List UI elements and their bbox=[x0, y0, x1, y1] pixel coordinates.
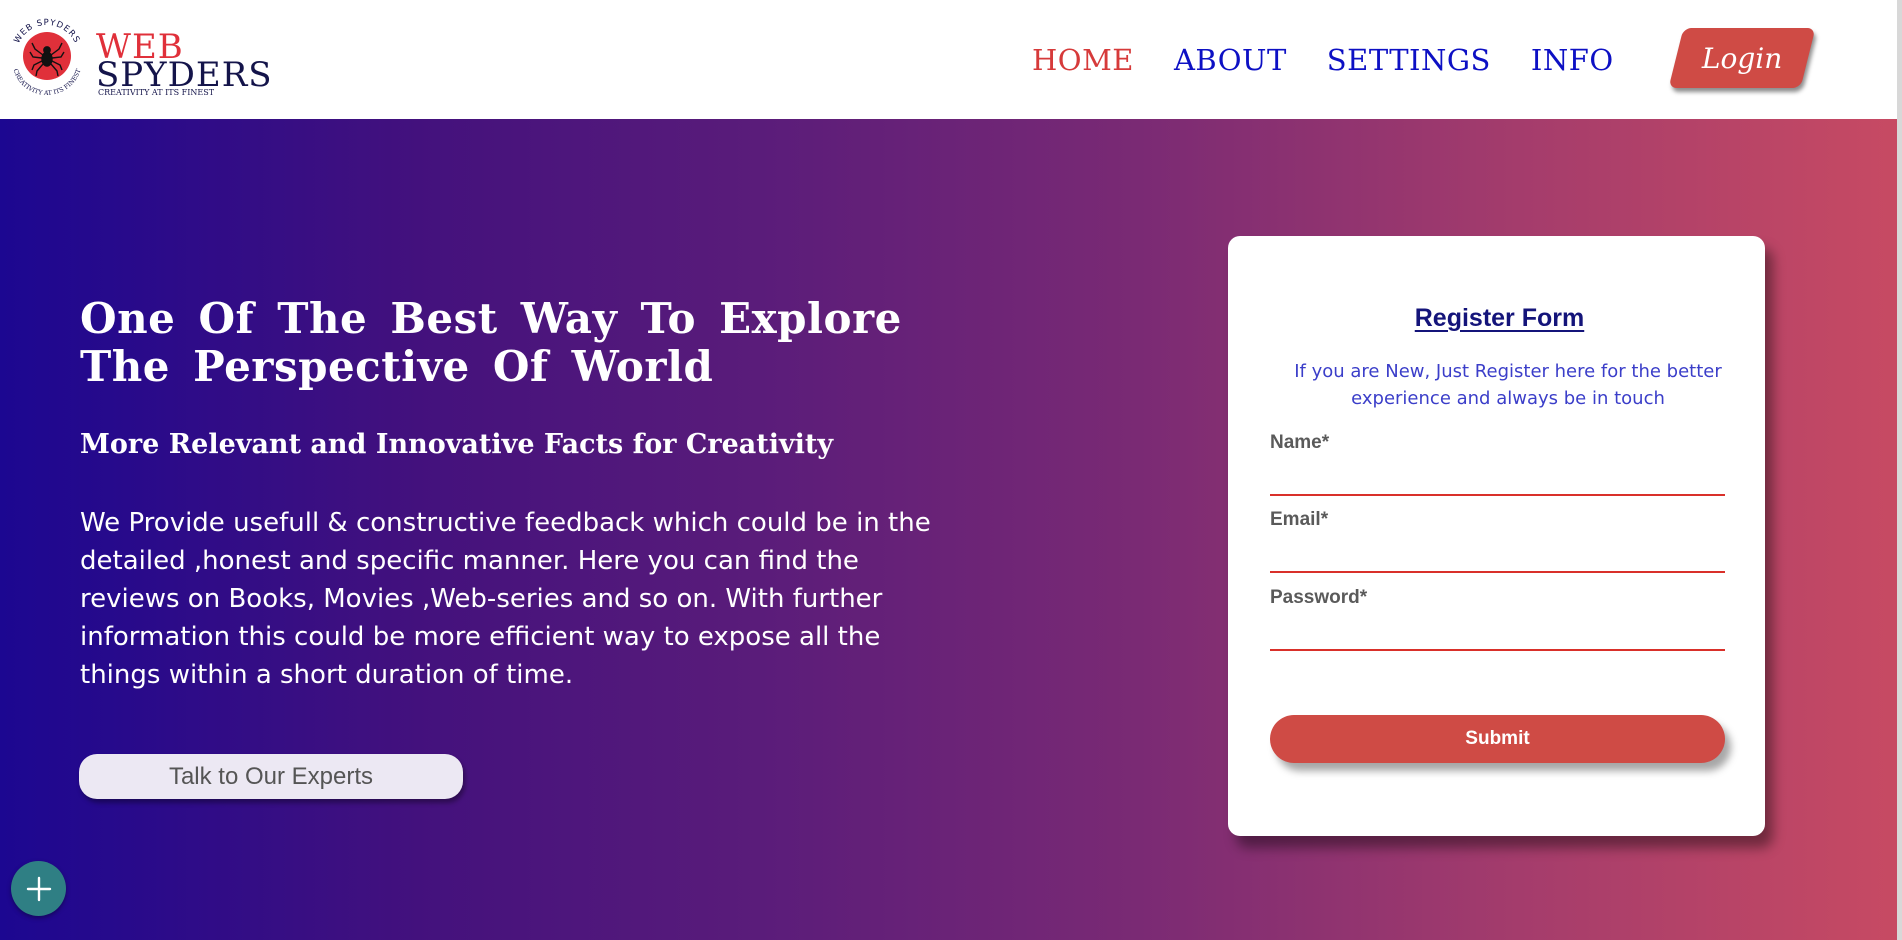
plus-icon bbox=[26, 876, 51, 901]
hero-title: One Of The Best Way To Explore The Persp… bbox=[80, 294, 902, 391]
hero-description: We Provide usefull & constructive feedba… bbox=[80, 508, 931, 690]
name-field[interactable] bbox=[1270, 464, 1725, 496]
register-form-subtitle: If you are New, Just Register here for t… bbox=[1294, 361, 1722, 409]
talk-to-experts-button[interactable]: Talk to Our Experts bbox=[79, 754, 463, 799]
site-header: WEB SPYDERS CREATIVITY AT ITS FINEST WEB… bbox=[0, 0, 1902, 119]
password-field[interactable] bbox=[1270, 619, 1725, 651]
hero-section: One Of The Best Way To Explore The Persp… bbox=[0, 119, 1897, 940]
register-form-title: Register Form bbox=[1414, 304, 1585, 332]
email-field[interactable] bbox=[1270, 541, 1725, 573]
main-nav: HOME ABOUT SETTINGS INFO bbox=[1032, 42, 1614, 78]
login-button-label: Login bbox=[1701, 41, 1783, 75]
submit-button[interactable]: Submit bbox=[1270, 715, 1725, 763]
brand-logo[interactable]: WEB SPYDERS CREATIVITY AT ITS FINEST WEB… bbox=[4, 10, 294, 102]
brand-tagline: CREATIVITY AT ITS FINEST bbox=[98, 88, 215, 97]
nav-about[interactable]: ABOUT bbox=[1174, 42, 1287, 78]
register-form: Register Form If you are New, Just Regis… bbox=[1228, 236, 1765, 836]
logo-seal: WEB SPYDERS CREATIVITY AT ITS FINEST bbox=[11, 18, 82, 96]
nav-info[interactable]: INFO bbox=[1531, 42, 1614, 78]
add-fab-button[interactable] bbox=[11, 861, 66, 916]
login-button[interactable]: Login bbox=[1668, 28, 1816, 88]
nav-home[interactable]: HOME bbox=[1032, 42, 1134, 78]
hero-subtitle: More Relevant and Innovative Facts for C… bbox=[80, 429, 834, 460]
brand-name-line2: SPYDERS bbox=[96, 55, 273, 95]
page-scrollbar[interactable] bbox=[1897, 0, 1902, 940]
email-label: Email* bbox=[1270, 509, 1329, 530]
nav-settings[interactable]: SETTINGS bbox=[1327, 42, 1491, 78]
password-label: Password* bbox=[1270, 587, 1368, 608]
name-label: Name* bbox=[1270, 432, 1330, 453]
